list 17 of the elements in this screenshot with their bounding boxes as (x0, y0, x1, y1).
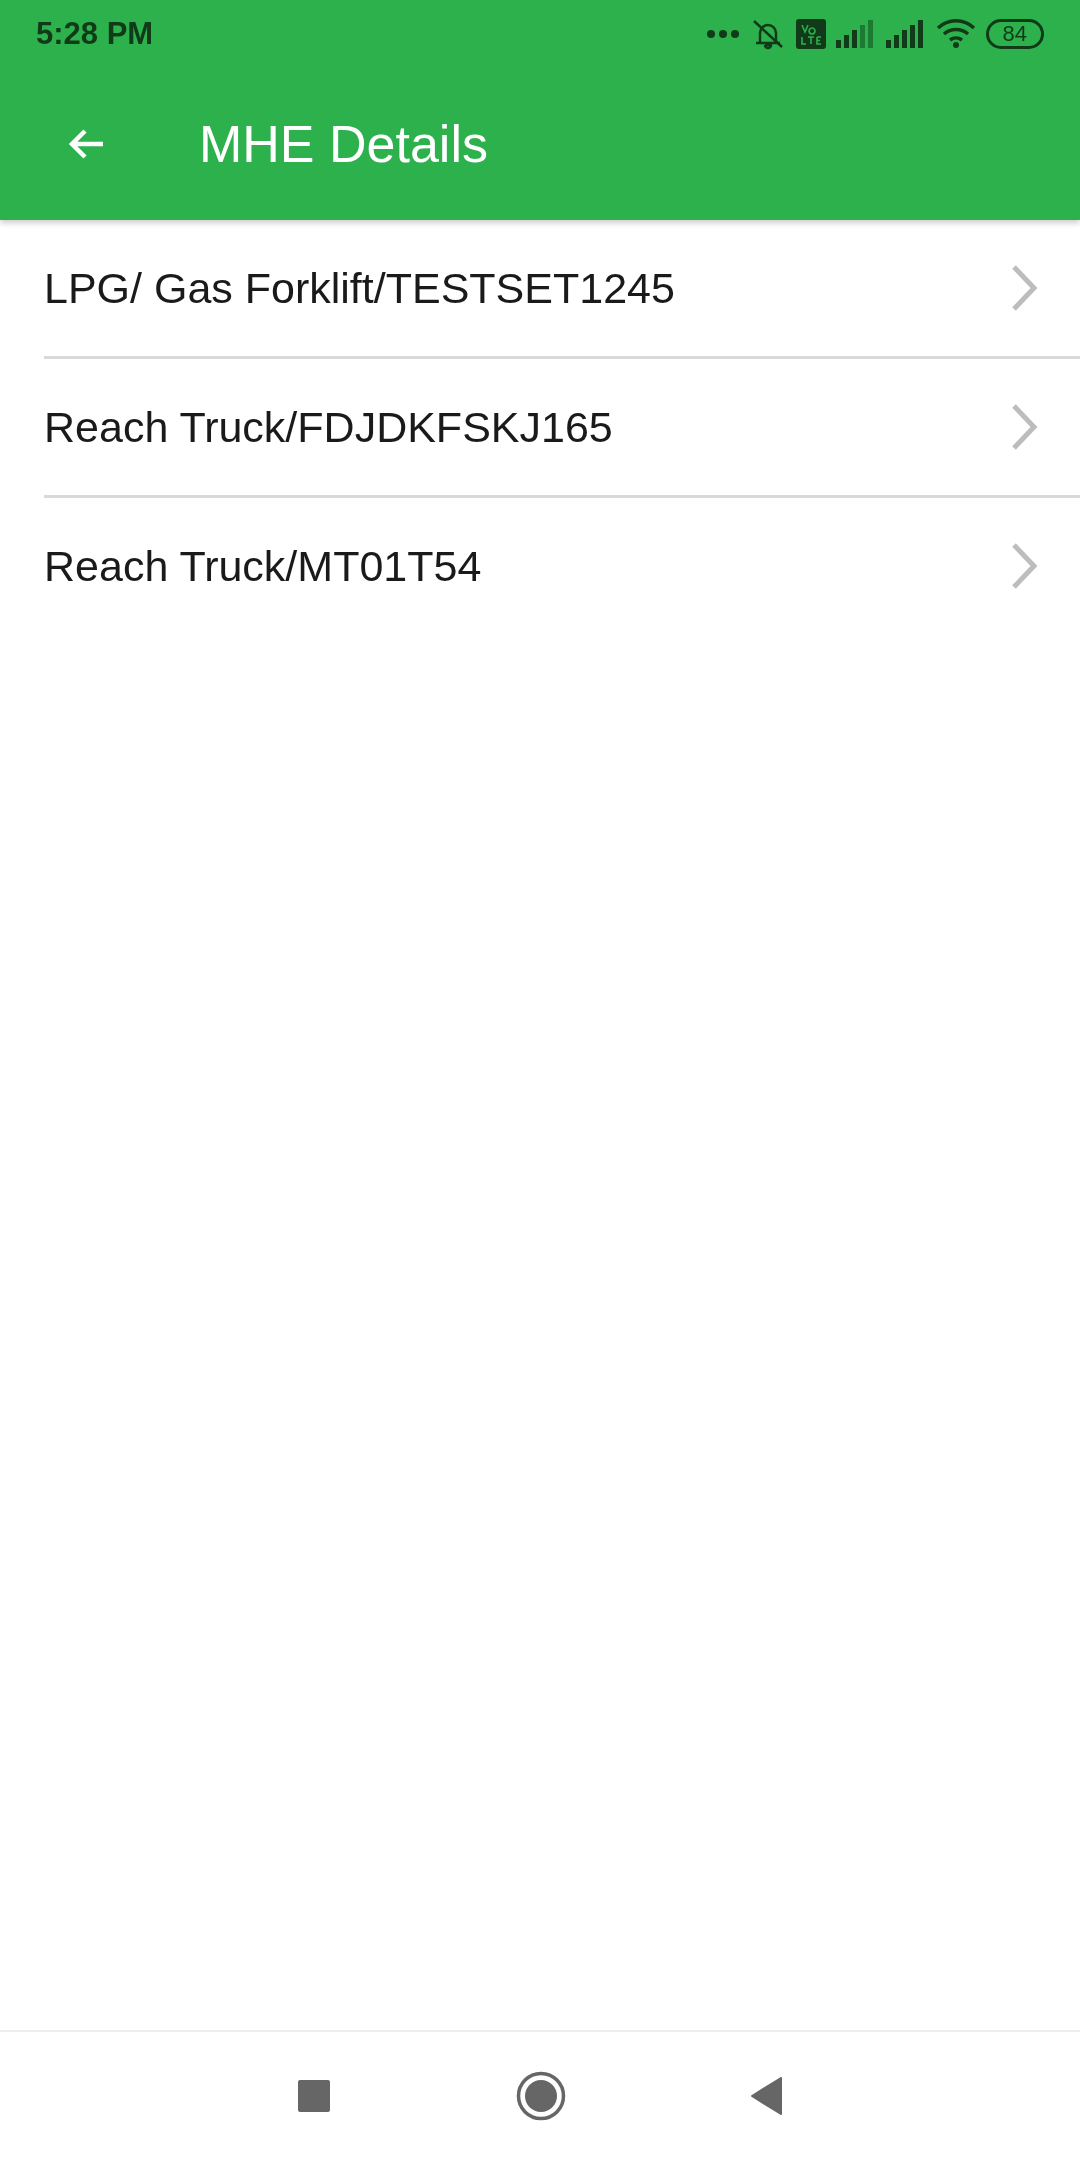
list-item[interactable]: LPG/ Gas Forklift/TESTSET1245 (44, 220, 1080, 359)
back-nav-button[interactable] (751, 2077, 783, 2115)
wifi-icon (935, 18, 976, 50)
screen-title: MHE Details (199, 114, 488, 174)
volte-icon (795, 19, 826, 49)
recents-button[interactable] (297, 2079, 331, 2113)
battery-level: 84 (985, 19, 1044, 49)
chevron-right-icon (1010, 541, 1038, 591)
signal-icon (885, 20, 926, 48)
chevron-right-icon (1010, 402, 1038, 452)
list-item[interactable]: Reach Truck/FDJDKFSKJ165 (44, 359, 1080, 498)
chevron-right-icon (1010, 263, 1038, 313)
more-dots-icon (705, 29, 740, 39)
signal-icon (835, 20, 876, 48)
home-button[interactable] (516, 2071, 566, 2121)
list-item[interactable]: Reach Truck/MT01T54 (44, 498, 1080, 634)
status-time: 5:28 PM (36, 16, 154, 52)
